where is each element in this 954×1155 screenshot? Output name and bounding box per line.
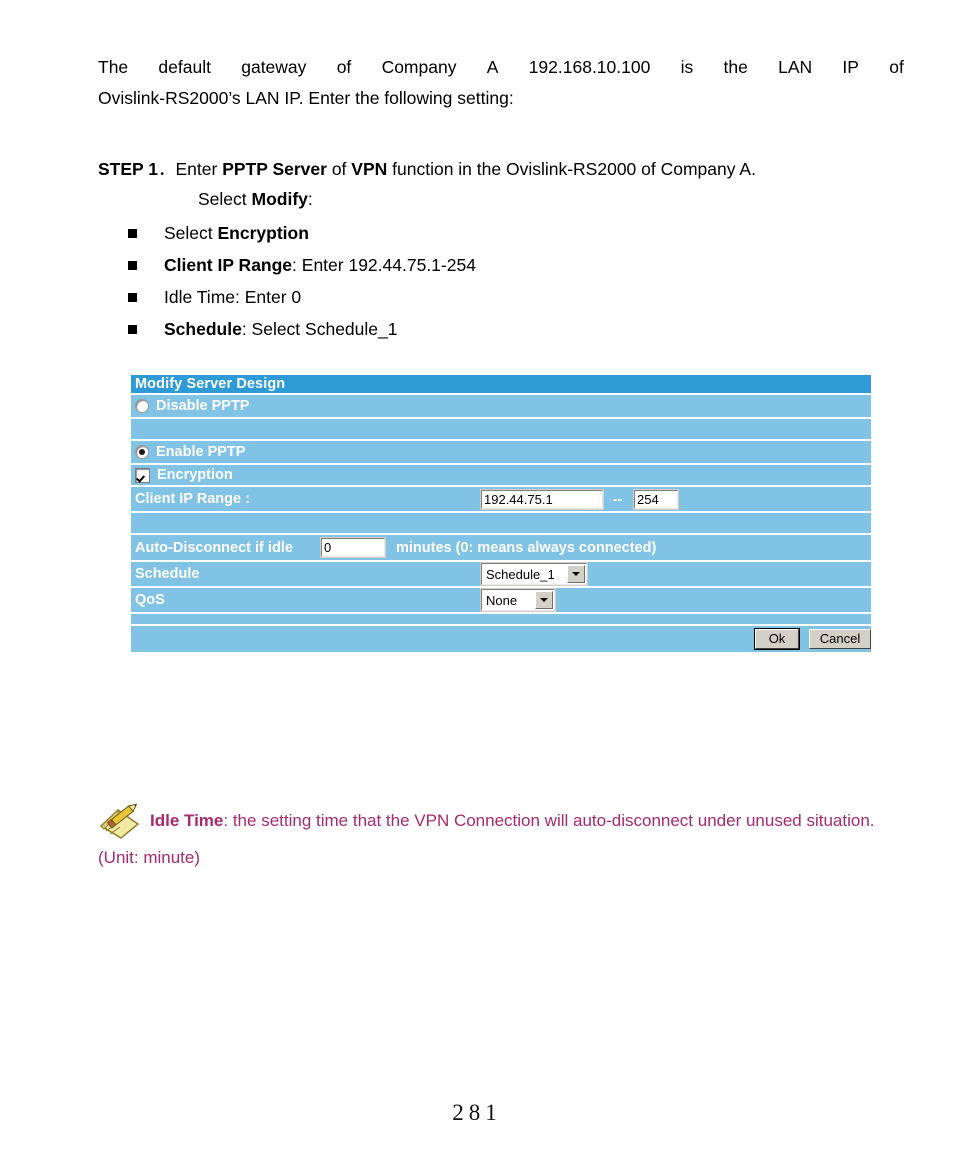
disable-pptp-radio[interactable] [135,399,149,413]
encryption-checkbox[interactable] [135,467,150,483]
step-text-e: function in the Ovislink-RS2000 of Compa… [387,159,756,179]
pencil-notepad-icon [98,800,142,840]
client-ip-end-input[interactable] [633,488,679,510]
intro-paragraph: The default gateway of Company A 192.168… [98,52,904,114]
row-encryption[interactable]: Encryption [131,465,871,487]
bullet-text-after: : Select Schedule_1 [241,319,398,339]
schedule-selected-value: Schedule_1 [486,566,555,582]
qos-label: QoS [135,592,165,608]
bullet-text-plain: Select [164,223,218,243]
ok-button[interactable]: Ok [754,628,800,650]
panel-title: Modify Server Design [135,376,286,392]
step-text-d: VPN [351,159,388,179]
row-enable-pptp[interactable]: Enable PPTP [131,441,871,465]
list-item: Idle Time: Enter 0 [98,281,904,313]
row-qos: QoS None [131,588,871,614]
bullet-text-after: : Enter 192.44.75.1-254 [292,255,476,275]
encryption-label: Encryption [157,467,233,483]
intro-word: Company [381,57,457,77]
bullet-text-bold: Schedule [164,319,242,339]
bullet-text-bold: Client IP Range [164,255,293,275]
cancel-button[interactable]: Cancel [809,629,871,649]
qos-select[interactable]: None [480,588,556,612]
row-spacer-1 [131,419,871,441]
step-label: STEP 1 [98,159,158,179]
row-client-ip-range: Client IP Range : -- [131,487,871,513]
list-item: Schedule: Select Schedule_1 [98,313,904,345]
intro-word: IP [842,57,859,77]
intro-word: LAN [778,57,813,77]
square-bullet-icon [128,325,137,334]
auto-disconnect-hint: minutes (0: means always connected) [396,539,657,556]
intro-word: A [486,57,499,77]
intro-word: The [98,57,129,77]
enable-pptp-label: Enable PPTP [156,444,246,460]
intro-word: of [336,57,352,77]
step-line2-a: Select [198,189,252,209]
enable-pptp-radio[interactable] [135,445,149,459]
client-ip-start-input[interactable] [480,488,604,510]
square-bullet-icon [128,293,137,302]
square-bullet-icon [128,229,137,238]
disable-pptp-label: Disable PPTP [156,398,250,414]
list-item: Select Encryption [98,217,904,249]
intro-word: gateway [241,57,307,77]
step-line-2: Select Modify: [198,184,904,214]
bullet-text-plain: Idle Time: Enter 0 [164,287,302,307]
row-spacer-2 [131,513,871,535]
row-spacer-3 [131,614,871,626]
page-number: 281 [452,1100,502,1125]
row-disable-pptp[interactable]: Disable PPTP [131,395,871,419]
intro-word: of [889,57,904,77]
idle-time-input[interactable] [320,537,386,558]
row-schedule: Schedule Schedule_1 [131,562,871,588]
auto-disconnect-label: Auto-Disconnect if idle [135,539,293,556]
note-bold-term: Idle Time [150,811,224,830]
schedule-label: Schedule [135,566,200,582]
bullet-text-bold: Encryption [217,223,309,243]
document-body: The default gateway of Company A 192.168… [98,52,904,345]
chevron-down-icon[interactable] [567,565,585,583]
intro-line-2: Ovislink-RS2000’s LAN IP. Enter the foll… [98,88,514,108]
step-text-c: of [326,159,352,179]
schedule-select[interactable]: Schedule_1 [480,562,588,586]
intro-word: is [680,57,694,77]
row-auto-disconnect: Auto-Disconnect if idle minutes (0: mean… [131,535,871,562]
qos-selected-value: None [486,592,518,608]
note-block: Idle Time: the setting time that the VPN… [98,800,908,875]
step-line2-b: Modify [251,189,308,209]
step-separator: ． [158,159,176,179]
panel-title-bar: Modify Server Design [131,375,871,395]
intro-line-1: The default gateway of Company A 192.168… [98,52,904,83]
intro-word: 192.168.10.100 [528,57,651,77]
step-line2-c: : [307,189,313,209]
ip-range-separator: -- [613,491,623,507]
step-line-1: STEP 1．Enter PPTP Server of VPN function… [98,154,904,184]
step-text-a: Enter [175,159,223,179]
client-ip-range-label: Client IP Range : [135,491,250,507]
step-text-b: PPTP Server [222,159,327,179]
square-bullet-icon [128,261,137,270]
row-panel-actions: Ok Cancel [131,626,871,654]
chevron-down-icon[interactable] [535,591,553,609]
instruction-bullet-list: Select Encryption Client IP Range: Enter… [98,217,904,345]
intro-word: default [158,57,211,77]
step-block: STEP 1．Enter PPTP Server of VPN function… [98,154,904,214]
intro-word: the [723,57,748,77]
list-item: Client IP Range: Enter 192.44.75.1-254 [98,249,904,281]
modify-server-design-panel: Modify Server Design Disable PPTP Enable… [131,375,871,654]
